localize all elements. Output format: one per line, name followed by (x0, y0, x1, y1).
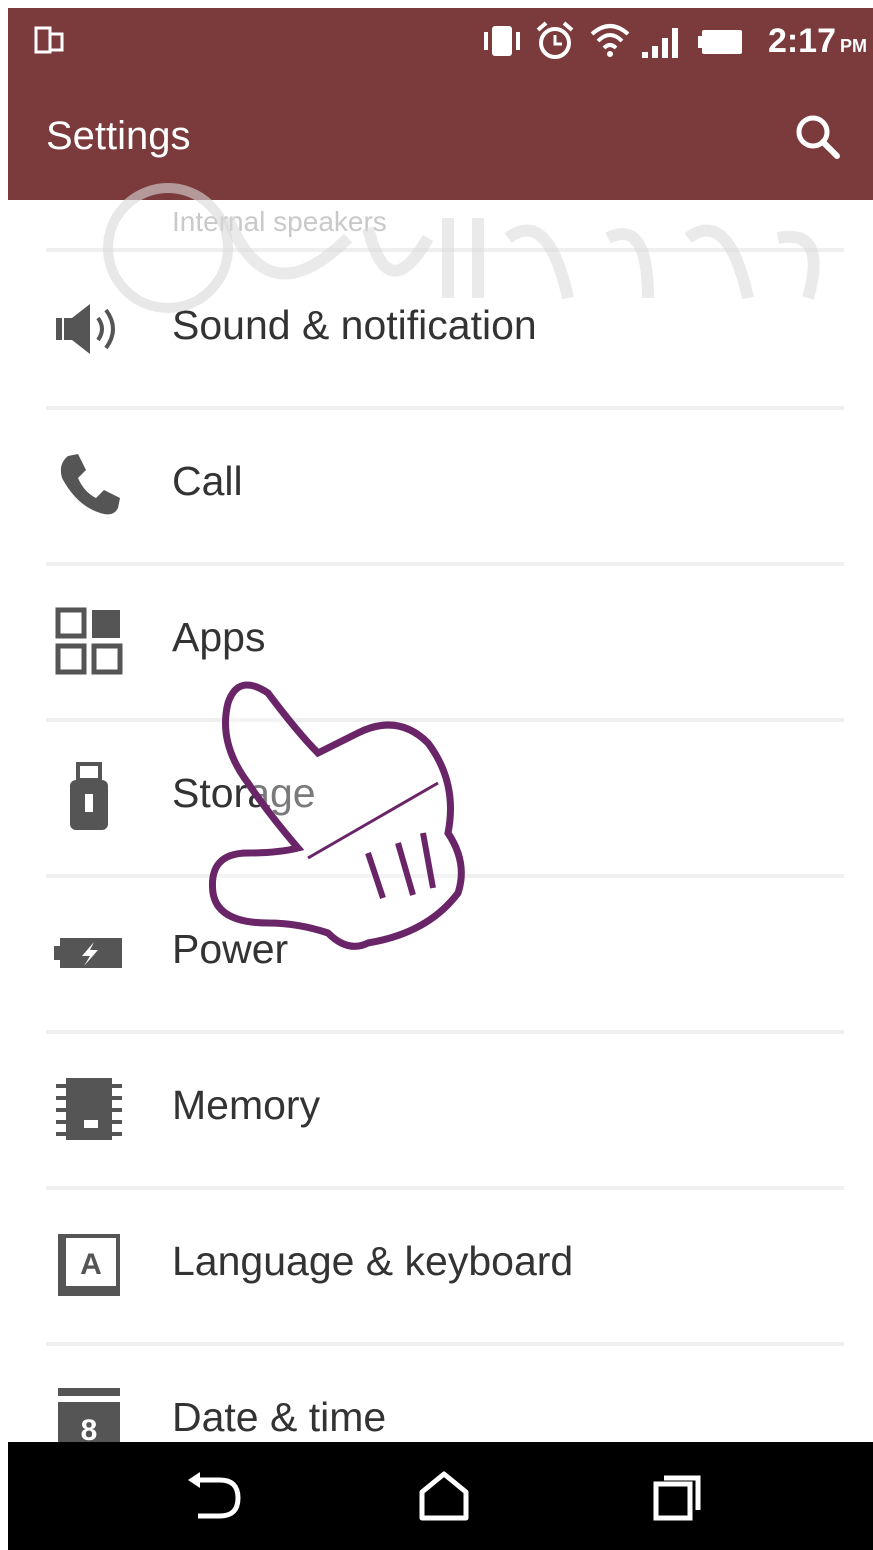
clock-ampm: PM (840, 36, 867, 56)
settings-item-storage[interactable]: Storage (46, 720, 844, 870)
vibrate-icon (484, 26, 520, 56)
settings-item-memory[interactable]: Memory (46, 1032, 844, 1182)
settings-item-label: Apps (172, 614, 266, 660)
signal-icon (642, 28, 678, 58)
clock: 2:17 PM (768, 22, 867, 61)
settings-item-label: Memory (172, 1082, 321, 1128)
speaker-icon (56, 304, 115, 354)
battery-icon (698, 30, 742, 54)
phone-screen: 2:17 PM Settings Internal speakers Sound … (8, 8, 873, 1550)
settings-item-language[interactable]: A Language & keyboard (46, 1188, 844, 1338)
page-title: Settings (46, 114, 191, 158)
navigation-bar (8, 1442, 873, 1550)
settings-list: Internal speakers Sound & notification C… (8, 200, 873, 1456)
sim-icon (34, 26, 64, 54)
settings-item-label: Language & keyboard (172, 1238, 574, 1284)
memory-chip-icon (56, 1078, 122, 1140)
apps-grid-icon (55, 607, 123, 675)
alarm-icon (536, 21, 574, 59)
wifi-icon (590, 24, 630, 57)
settings-item-call[interactable]: Call (46, 408, 844, 558)
home-icon[interactable] (414, 1470, 474, 1522)
clock-time: 2:17 (767, 22, 836, 60)
settings-item-apps[interactable]: Apps (46, 564, 844, 714)
status-bar: 2:17 PM (8, 8, 873, 74)
usb-storage-icon (70, 762, 108, 830)
list-item-partial: Internal speakers (172, 206, 387, 237)
battery-charging-icon (54, 938, 122, 968)
settings-item-label: Date & time (172, 1394, 387, 1440)
settings-item-label: Power (172, 926, 289, 972)
back-icon[interactable] (184, 1470, 244, 1522)
keyboard-letter: A (80, 1248, 102, 1281)
phone-icon (60, 454, 120, 515)
keyboard-a-icon: A (58, 1234, 120, 1296)
app-bar: Settings (8, 74, 873, 200)
settings-item-label: Call (172, 458, 243, 504)
search-icon[interactable] (791, 110, 843, 162)
settings-item-sound[interactable]: Sound & notification (46, 252, 844, 402)
settings-item-power[interactable]: Power (46, 876, 844, 1026)
settings-item-label: Storage (172, 770, 316, 816)
settings-item-label: Sound & notification (172, 302, 537, 348)
recents-icon[interactable] (648, 1470, 708, 1522)
